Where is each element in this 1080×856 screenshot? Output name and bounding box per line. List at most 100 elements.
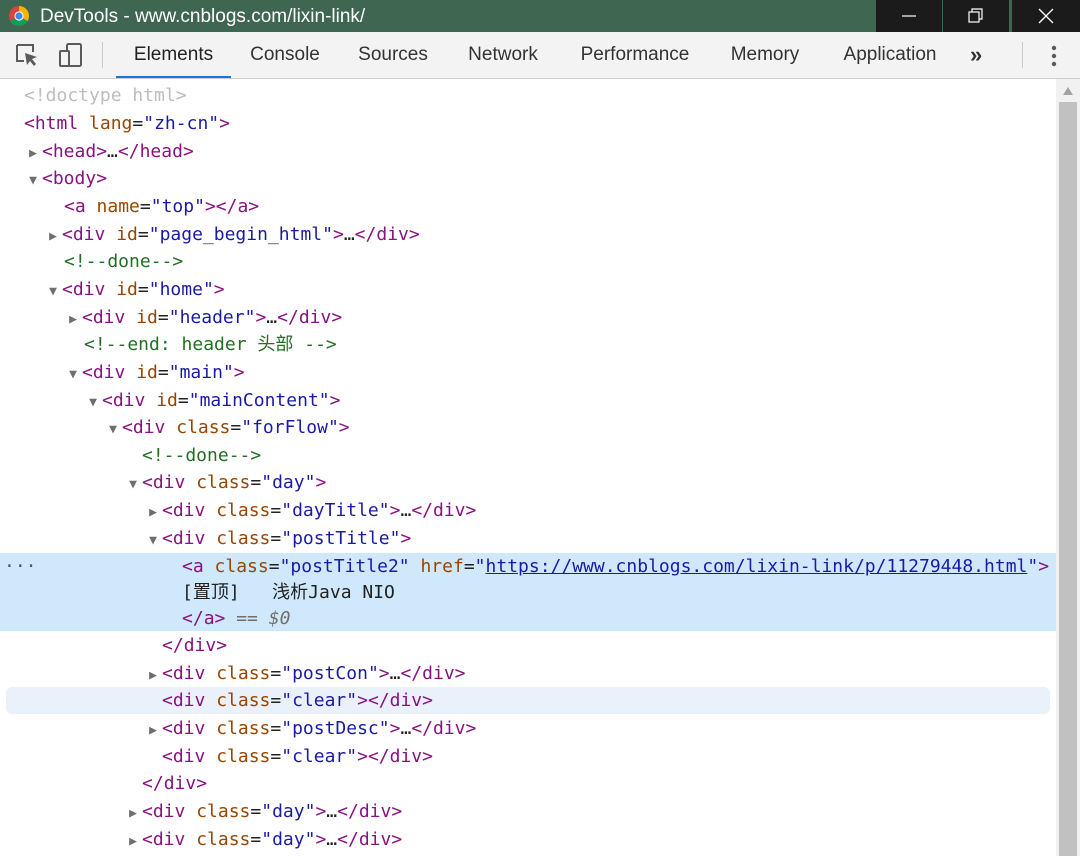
dom-comment-done-2[interactable]: <!--done-->: [142, 442, 261, 469]
inspect-element-icon[interactable]: [14, 42, 40, 68]
tag-name: div: [152, 829, 186, 850]
collapse-triangle-icon[interactable]: ▼: [64, 361, 82, 388]
close-button[interactable]: [1012, 0, 1080, 32]
expand-triangle-icon[interactable]: ▶: [124, 800, 142, 827]
node-actions-dots[interactable]: ···: [4, 553, 37, 580]
attr-name: id: [136, 307, 158, 328]
dom-comment-header[interactable]: <!--end: header 头部 -->: [84, 331, 337, 358]
attr-name: name: [96, 196, 140, 217]
collapse-triangle-icon[interactable]: ▼: [24, 167, 42, 194]
dom-div-clear[interactable]: <div class="clear"></div>: [162, 687, 433, 714]
tag-name: a: [192, 556, 204, 577]
expand-triangle-icon[interactable]: ▶: [24, 140, 42, 167]
dom-div-header[interactable]: ▶ <div id="header">…</div>: [64, 304, 342, 331]
dom-div-day-2[interactable]: ▶ <div class="day">…</div>: [124, 798, 402, 825]
attr-value: day: [272, 472, 305, 493]
expand-triangle-icon[interactable]: ▶: [44, 223, 62, 250]
tag-name: a: [203, 608, 215, 629]
attr-value: top: [161, 196, 195, 217]
dom-div-page-begin[interactable]: ▶ <div id="page_begin_html">…</div>: [44, 221, 420, 248]
restore-icon: [968, 8, 983, 23]
toolbar-separator: [1022, 42, 1023, 68]
tab-performance[interactable]: Performance: [572, 32, 698, 78]
collapse-triangle-icon[interactable]: ▼: [144, 527, 162, 554]
tag-name: div: [433, 500, 466, 521]
tag-name: html: [34, 113, 79, 134]
tag-name: div: [163, 773, 197, 794]
dom-div-postcon[interactable]: ▶ <div class="postCon">…</div>: [144, 660, 465, 689]
collapse-triangle-icon[interactable]: ▼: [84, 389, 102, 416]
tab-sources[interactable]: Sources: [350, 32, 436, 78]
dom-div-day-3[interactable]: ▶ <div class="day">…</div>: [124, 826, 402, 853]
dom-a-posttitle2[interactable]: <a class="postTitle2" href="https://www.…: [182, 553, 1049, 580]
tag-name: div: [92, 307, 126, 328]
expand-triangle-icon[interactable]: ▶: [144, 662, 162, 689]
dom-a-text[interactable]: [置顶] 浅析Java NIO: [182, 579, 395, 606]
attr-value: page_begin_html: [159, 224, 323, 245]
attr-value: clear: [292, 746, 347, 767]
attr-name: class: [216, 718, 271, 739]
device-toolbar-icon[interactable]: [58, 42, 84, 68]
dom-comment-done[interactable]: <!--done-->: [64, 248, 183, 275]
dom-a-close[interactable]: </a> == $0: [182, 605, 290, 632]
more-options-icon[interactable]: [1046, 44, 1062, 68]
chrome-logo: [9, 6, 29, 26]
dom-div-posttitle-close[interactable]: </div>: [162, 632, 227, 659]
minimize-icon: [902, 15, 916, 17]
dom-div-clear-2[interactable]: <div class="clear"></div>: [162, 743, 433, 770]
doctype-text: <!doctype html>: [24, 85, 187, 106]
dom-a-top[interactable]: <a name="top"></a>: [64, 193, 259, 220]
tab-application[interactable]: Application: [832, 32, 948, 78]
dom-head[interactable]: ▶ <head>…</head>: [24, 138, 194, 165]
ellipsis: …: [326, 829, 338, 850]
expand-triangle-icon[interactable]: ▶: [124, 828, 142, 855]
expand-triangle-icon[interactable]: ▶: [64, 306, 82, 333]
dom-body[interactable]: ▼ <body>: [24, 165, 107, 192]
restore-button[interactable]: [943, 0, 1009, 32]
attr-value: mainContent: [199, 390, 319, 411]
collapse-triangle-icon[interactable]: ▼: [104, 416, 122, 443]
ellipsis: …: [107, 141, 118, 162]
attr-value: home: [159, 279, 203, 300]
ellipsis: …: [266, 307, 278, 328]
href-link[interactable]: https://www.cnblogs.com/lixin-link/p/112…: [486, 556, 1028, 577]
collapse-triangle-icon[interactable]: ▼: [124, 471, 142, 498]
dom-div-maincontent[interactable]: ▼ <div id="mainContent">: [84, 387, 340, 414]
attr-value: main: [179, 362, 223, 383]
tab-network[interactable]: Network: [456, 32, 550, 78]
dom-div-daytitle[interactable]: ▶ <div class="dayTitle">…</div>: [144, 497, 476, 524]
attr-value: postTitle2: [290, 556, 399, 577]
attr-name: id: [156, 390, 178, 411]
tag-name: div: [172, 690, 206, 711]
tag-name: div: [298, 307, 332, 328]
collapse-triangle-icon[interactable]: ▼: [44, 278, 62, 305]
dom-doctype[interactable]: <!doctype html>: [24, 82, 187, 109]
minimize-button[interactable]: [876, 0, 942, 32]
tab-memory[interactable]: Memory: [720, 32, 810, 78]
dom-div-home[interactable]: ▼ <div id="home">: [44, 276, 225, 303]
tag-name: div: [433, 718, 466, 739]
tag-name: div: [172, 663, 206, 684]
more-tabs-button[interactable]: »: [970, 32, 982, 78]
dom-div-day[interactable]: ▼ <div class="day">: [124, 469, 326, 496]
scrollbar-thumb[interactable]: [1059, 102, 1077, 856]
dom-div-day-close[interactable]: </div>: [142, 770, 207, 797]
close-icon: [1038, 8, 1054, 24]
scroll-up-arrow-icon[interactable]: [1062, 86, 1074, 96]
attr-value: dayTitle: [292, 500, 379, 521]
ellipsis: …: [400, 718, 412, 739]
expand-triangle-icon[interactable]: ▶: [144, 717, 162, 744]
dom-html[interactable]: <html lang="zh-cn">: [24, 110, 230, 137]
attr-name: class: [196, 472, 251, 493]
dom-div-main[interactable]: ▼ <div id="main">: [64, 359, 245, 386]
tag-name: div: [422, 663, 455, 684]
dom-div-posttitle[interactable]: ▼ <div class="postTitle">: [144, 525, 411, 552]
toolbar-separator: [102, 42, 103, 68]
dom-div-forflow[interactable]: ▼ <div class="forFlow">: [104, 414, 350, 441]
tab-elements[interactable]: Elements: [116, 32, 231, 78]
attr-name: class: [216, 690, 271, 711]
dom-div-postdesc[interactable]: ▶ <div class="postDesc">…</div>: [144, 715, 476, 742]
expand-triangle-icon[interactable]: ▶: [144, 499, 162, 526]
tab-console[interactable]: Console: [240, 32, 330, 78]
window-title: DevTools - www.cnblogs.com/lixin-link/: [40, 6, 366, 27]
